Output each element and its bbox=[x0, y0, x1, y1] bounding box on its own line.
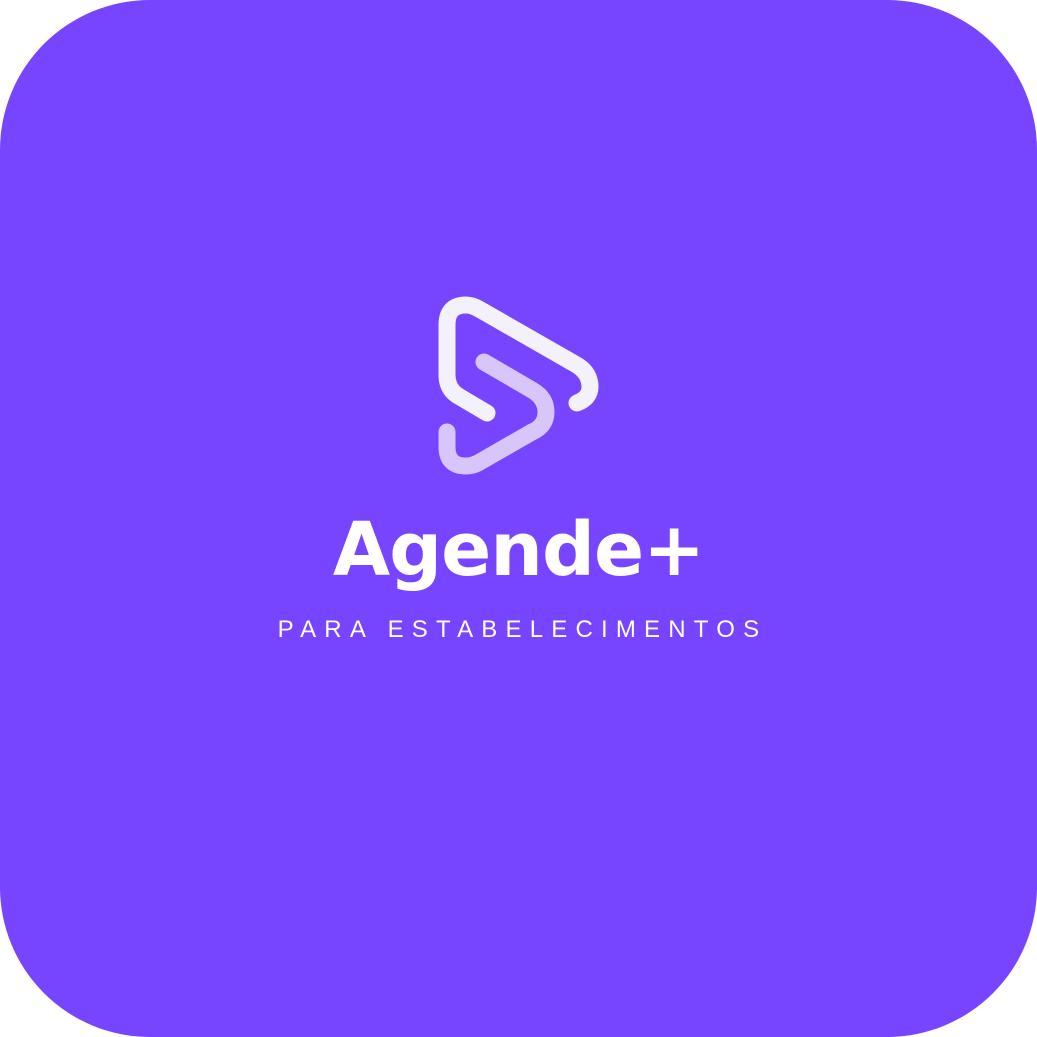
logo-outer-stroke bbox=[438, 296, 599, 422]
brand-name: Agende+ bbox=[332, 507, 705, 593]
brand-tagline: PARA ESTABELECIMENTOS bbox=[277, 616, 768, 643]
app-icon-tile: Agende+ PARA ESTABELECIMENTOS bbox=[0, 0, 1037, 1037]
play-s-logo-icon bbox=[438, 296, 599, 475]
logo-inner-stroke bbox=[438, 353, 555, 475]
